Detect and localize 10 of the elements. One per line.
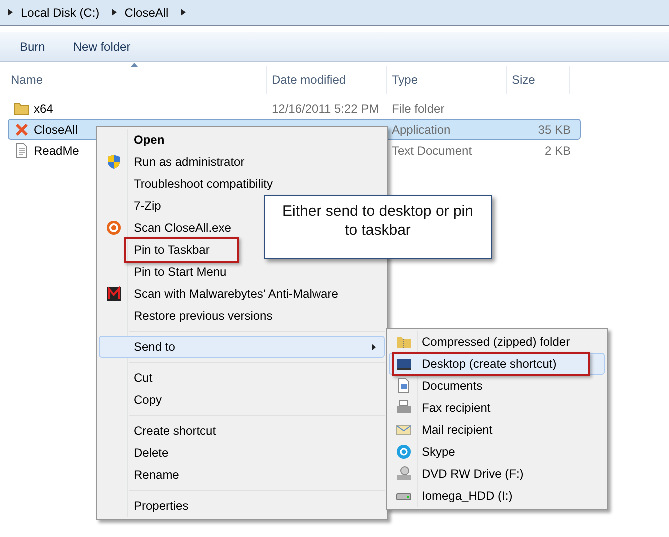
file-name: x64 (34, 100, 54, 118)
file-date: 12/16/2011 5:22 PM (272, 102, 380, 116)
file-type: Application (392, 122, 451, 136)
callout-text: Either send to desktop or pin to taskbar (282, 203, 474, 239)
file-size: 35 KB (538, 122, 571, 136)
file-name: ReadMe (34, 142, 80, 160)
file-type: Text Document (392, 144, 472, 158)
file-size: 2 KB (544, 144, 571, 158)
file-type: File folder (392, 102, 445, 116)
file-name: CloseAll (34, 122, 78, 138)
